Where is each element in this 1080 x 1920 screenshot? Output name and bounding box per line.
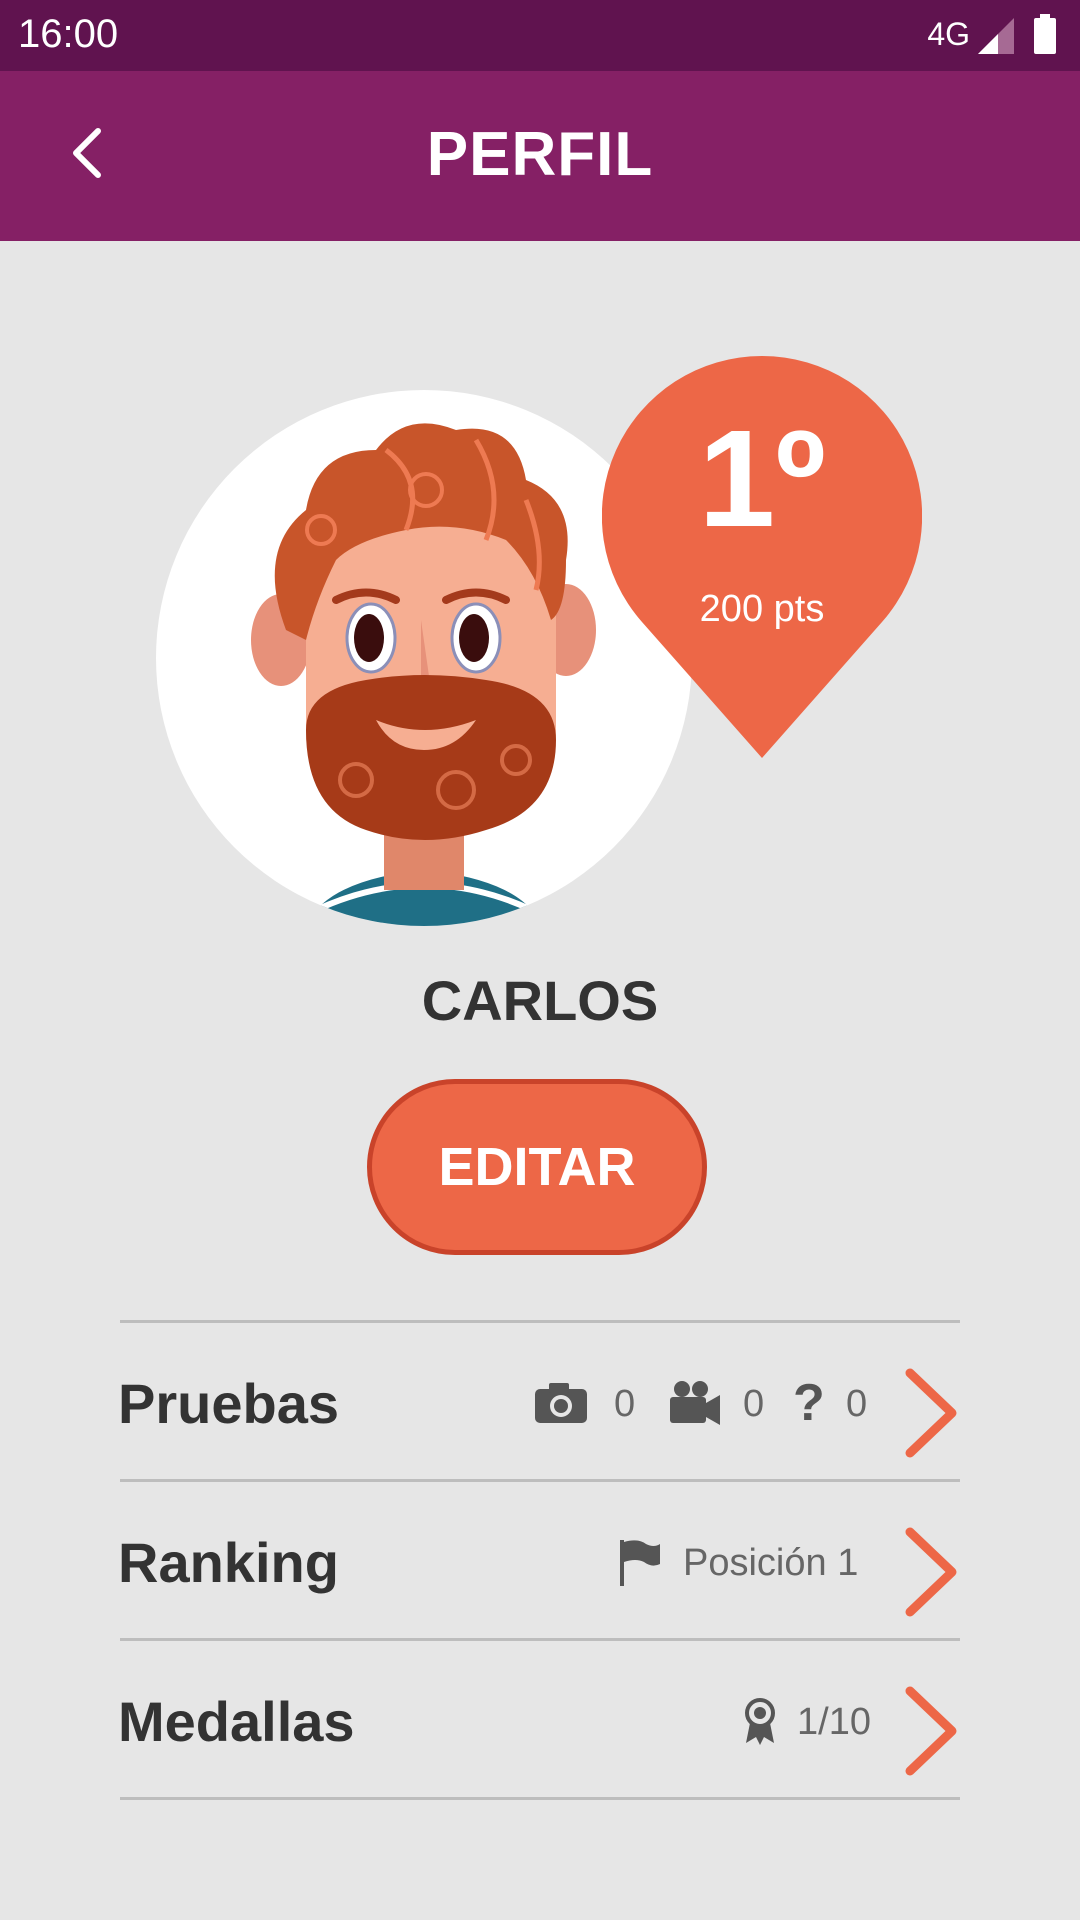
list-item-pruebas[interactable]: Pruebas 0 0 ? 0	[118, 1323, 960, 1479]
rank-badge: 1º 200 pts	[602, 356, 922, 762]
chevron-right-icon	[905, 1368, 957, 1458]
profile-sections-list: Pruebas 0 0 ? 0 Ranking Posición 1 Medal…	[118, 1320, 960, 1800]
battery-icon	[1034, 14, 1056, 54]
ranking-label: Ranking	[118, 1531, 339, 1594]
list-item-medallas[interactable]: Medallas 1/10	[118, 1641, 960, 1797]
app-bar: PERFIL	[0, 71, 1080, 241]
divider	[120, 1797, 960, 1800]
question-icon: ?	[793, 1374, 825, 1432]
pruebas-label: Pruebas	[118, 1372, 339, 1435]
medals-count: 1/10	[797, 1701, 871, 1743]
list-item-ranking[interactable]: Ranking Posición 1	[118, 1482, 960, 1638]
photos-count: 0	[614, 1383, 636, 1425]
network-type: 4G	[927, 16, 970, 52]
rank-position: 1º	[698, 402, 826, 556]
ranking-position: Posición 1	[683, 1542, 859, 1584]
signal-icon	[978, 18, 1014, 54]
status-bar: 16:00 4G	[0, 0, 1080, 71]
chevron-right-icon	[905, 1527, 957, 1617]
video-camera-icon	[670, 1381, 720, 1425]
user-name: CARLOS	[421, 969, 659, 1032]
status-time: 16:00	[18, 12, 119, 56]
medal-icon	[745, 1698, 775, 1745]
chevron-right-icon	[905, 1686, 957, 1776]
medallas-label: Medallas	[118, 1690, 355, 1753]
edit-profile-button[interactable]: EDITAR	[367, 1079, 707, 1255]
questions-count: 0	[846, 1383, 868, 1425]
videos-count: 0	[743, 1383, 765, 1425]
flag-icon	[620, 1540, 660, 1586]
rank-points: 200 pts	[699, 588, 825, 630]
page-title: PERFIL	[426, 120, 654, 189]
camera-icon	[535, 1383, 587, 1423]
